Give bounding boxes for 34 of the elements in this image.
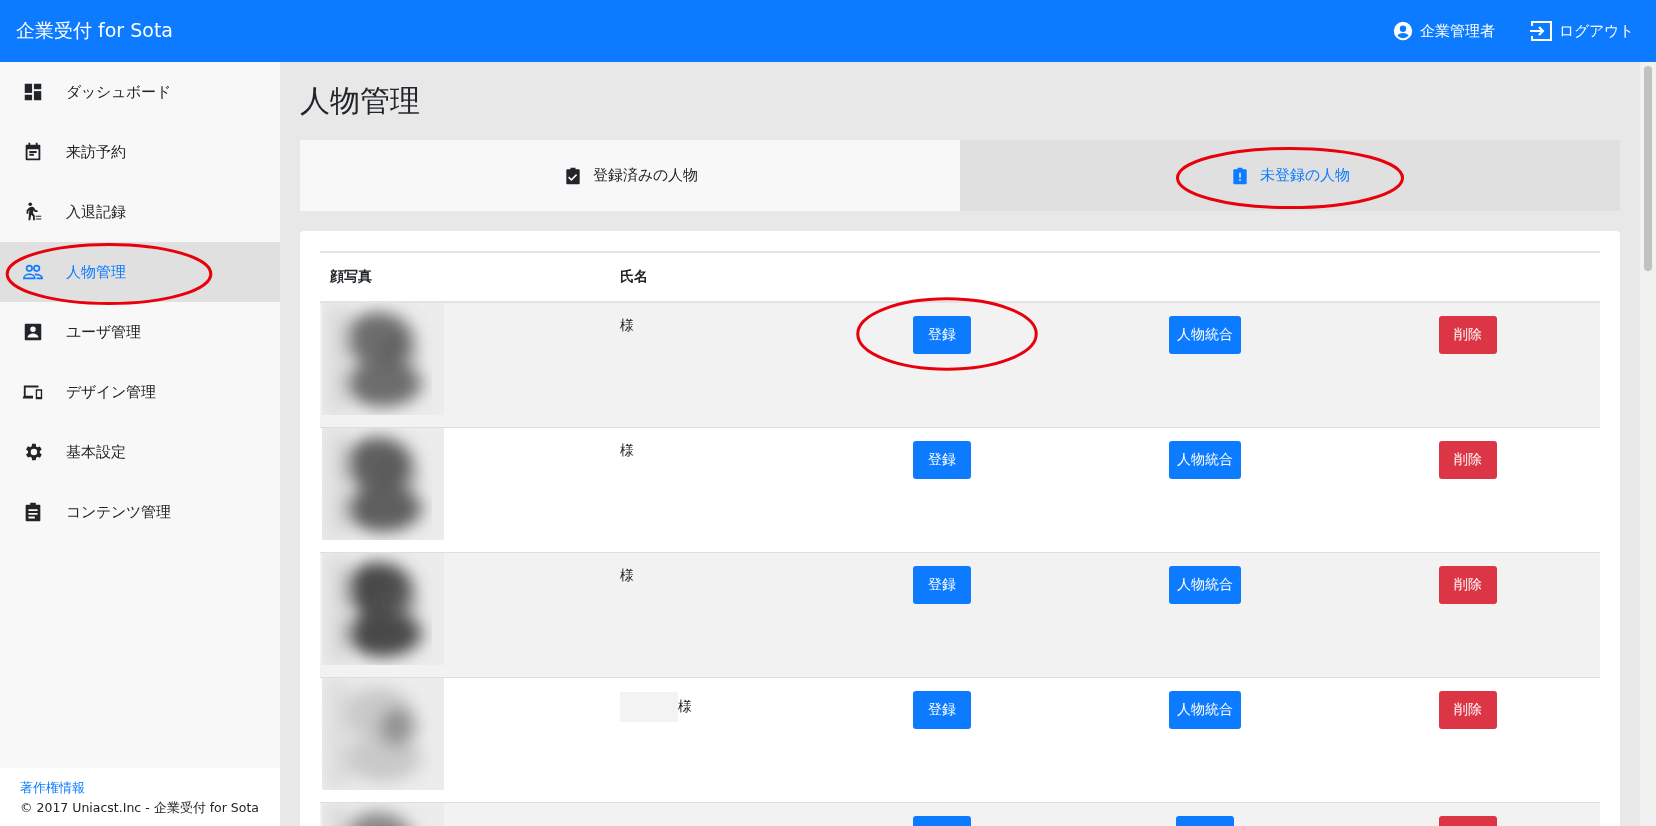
sidebar-item[interactable]: 人物管理 <box>0 242 280 302</box>
delete-button[interactable]: 削除 <box>1439 566 1498 604</box>
sidebar-item[interactable]: コンテンツ管理 <box>0 482 280 542</box>
action-button[interactable]: 登録 <box>912 316 971 354</box>
tab[interactable]: 未登録の人物 <box>960 140 1620 211</box>
sidebar-item[interactable]: ダッシュボード <box>0 62 280 122</box>
sidebar-item[interactable]: 入退記録 <box>0 182 280 242</box>
copyright-text: © 2017 Uniacst.Inc - 企業受付 for Sota <box>20 800 259 815</box>
delete-button[interactable]: 削除 <box>1439 316 1498 354</box>
action-button[interactable]: 人物統合 <box>1169 441 1241 479</box>
app-title: 企業受付 for Sota <box>16 18 174 43</box>
action-button[interactable]: 登録 <box>912 566 971 604</box>
name-text: 様 <box>620 567 634 585</box>
logout-button[interactable]: ログアウト <box>1529 20 1634 42</box>
sidebar-item[interactable]: 来訪予約 <box>0 122 280 182</box>
action-button[interactable]: 人物統合 <box>1169 691 1241 729</box>
copyright-link[interactable]: 著作権情報 <box>20 778 85 798</box>
tab[interactable]: 登録済みの人物 <box>300 140 960 211</box>
sidebar-item[interactable]: デザイン管理 <box>0 362 280 422</box>
action-button[interactable]: 人物統合 <box>1169 566 1241 604</box>
action-button[interactable]: 人物統合 <box>1169 316 1241 354</box>
name-text: 様 <box>620 317 634 335</box>
name-text: 様 <box>678 698 692 716</box>
page-title: 人物管理 <box>300 81 420 120</box>
action-button[interactable]: 登録 <box>912 691 971 729</box>
column-header: 氏名 <box>620 268 648 284</box>
delete-button[interactable]: 削除 <box>1439 691 1498 729</box>
action-button[interactable]: 登録 <box>912 441 971 479</box>
user-menu[interactable]: 企業管理者 <box>1392 20 1495 42</box>
column-header: 顔写真 <box>330 268 372 284</box>
sidebar-item[interactable]: 基本設定 <box>0 422 280 482</box>
name-text: 様 <box>620 442 634 460</box>
delete-button[interactable]: 削除 <box>1439 441 1498 479</box>
sidebar-item[interactable]: ユーザ管理 <box>0 302 280 362</box>
